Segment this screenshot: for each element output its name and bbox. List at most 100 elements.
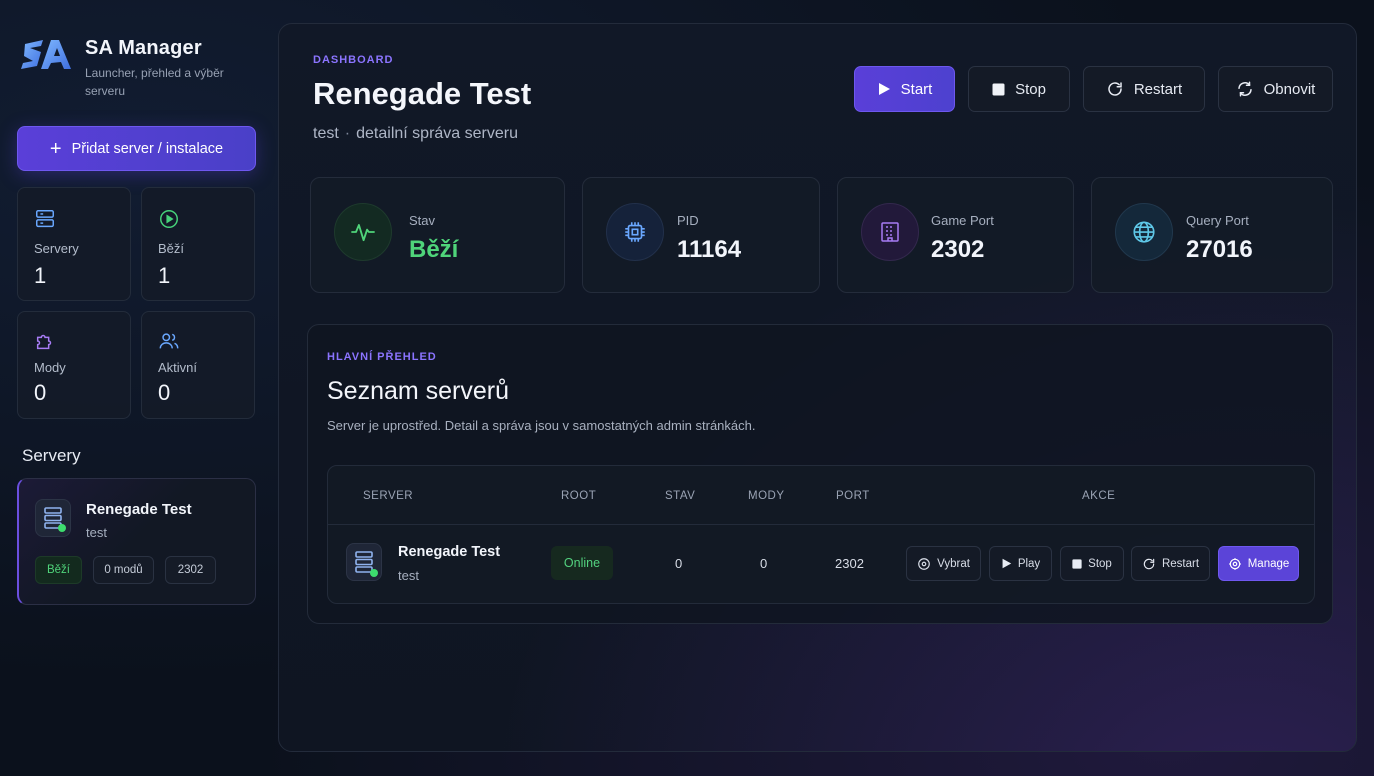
building-icon [881, 222, 899, 242]
breadcrumb: DASHBOARD [313, 54, 394, 66]
stop-label: Stop [1015, 80, 1046, 98]
stat-label: Běží [158, 241, 185, 256]
row-server-name: Renegade Test [398, 544, 501, 560]
sa-logo-icon [21, 40, 71, 69]
metric-label: Stav [409, 213, 436, 228]
restart-label: Restart [1133, 80, 1183, 98]
metric-label: Game Port [931, 213, 994, 228]
column-header-server: SERVER [363, 490, 414, 502]
stat-value: 1 [34, 263, 47, 288]
online-dot [58, 524, 66, 532]
stat-value: 1 [158, 263, 171, 288]
manage-button[interactable]: Manage [1218, 546, 1299, 581]
row-stav: 0 [675, 556, 683, 571]
refresh-label: Obnovit [1263, 80, 1316, 98]
play-button[interactable]: Play [989, 546, 1052, 581]
row-mody: 0 [760, 556, 768, 571]
users-icon [159, 333, 179, 349]
refresh-button[interactable]: Obnovit [1218, 66, 1333, 112]
app-title: SA Manager [85, 37, 202, 59]
column-header-akce: AKCE [1082, 490, 1116, 502]
sidebar: SA Manager Launcher, přehled a výběr ser… [17, 0, 256, 776]
column-header-root: ROOT [561, 490, 597, 502]
row-server-subtitle: test [398, 568, 419, 583]
metric-card-game-port: Game Port 2302 [837, 177, 1074, 293]
overview-eyebrow: HLAVNÍ PŘEHLED [327, 351, 437, 363]
server-name: Renegade Test [86, 501, 192, 518]
plus-icon: + [49, 137, 62, 160]
metric-icon-wrap [1115, 203, 1173, 261]
add-server-label: Přidat server / instalace [71, 140, 224, 157]
manage-label: Manage [1247, 557, 1290, 570]
row-restart-button[interactable]: Restart [1131, 546, 1210, 581]
metric-card-query-port: Query Port 27016 [1091, 177, 1333, 293]
target-icon [918, 557, 930, 570]
select-button[interactable]: Vybrat [906, 546, 981, 581]
server-avatar [35, 499, 71, 537]
stop-label: Stop [1088, 557, 1112, 570]
server-subtitle: test [86, 525, 107, 540]
page-title: Renegade Test [313, 76, 532, 111]
overview-title: Seznam serverů [327, 377, 510, 405]
stop-icon [1072, 558, 1082, 569]
gear-icon [1228, 557, 1241, 570]
online-dot [370, 569, 378, 577]
stop-button[interactable]: Stop [968, 66, 1070, 112]
puzzle-icon [36, 334, 52, 350]
stat-label: Aktivní [158, 360, 198, 375]
stat-value: 0 [158, 380, 171, 405]
stat-card-servers: Servery 1 [17, 187, 131, 301]
app-subtitle: Launcher, přehled a výběr serveru [85, 66, 224, 98]
server-avatar [346, 543, 382, 581]
metric-value: Běží [409, 236, 459, 263]
server-overview: HLAVNÍ PŘEHLED Seznam serverů Server je … [307, 324, 1333, 624]
metric-icon-wrap [334, 203, 392, 261]
refresh-icon [1237, 81, 1252, 97]
restart-label: Restart [1161, 557, 1200, 570]
root-status-badge: Online [551, 546, 613, 580]
restart-icon [1108, 82, 1122, 96]
add-server-button[interactable]: + Přidat server / instalace [17, 126, 256, 171]
row-stop-button[interactable]: Stop [1060, 546, 1124, 581]
start-button[interactable]: Start [854, 66, 955, 112]
metric-icon-wrap [861, 203, 919, 261]
column-header-port: PORT [836, 490, 870, 502]
metric-value: 2302 [931, 236, 985, 263]
separator: · [344, 125, 351, 142]
server-id: test [313, 125, 339, 142]
metric-value: 11164 [677, 236, 742, 263]
cpu-icon [625, 222, 645, 242]
play-icon [878, 83, 890, 95]
row-port: 2302 [835, 556, 864, 571]
restart-button[interactable]: Restart [1083, 66, 1205, 112]
header-divider [328, 524, 1314, 525]
overview-description: Server je uprostřed. Detail a správa jso… [327, 418, 756, 433]
mods-badge: 0 modů [93, 556, 154, 584]
select-label: Vybrat [937, 557, 970, 570]
server-table: SERVER ROOT STAV MODY PORT AKCE Renegade… [327, 465, 1315, 604]
metric-icon-wrap [606, 203, 664, 261]
stat-card-mods: Mody 0 [17, 311, 131, 419]
start-label: Start [900, 80, 933, 98]
metric-label: Query Port [1186, 213, 1249, 228]
brand: SA Manager Launcher, přehled a výběr ser… [21, 36, 245, 100]
activity-icon [351, 224, 375, 242]
play-label: Play [1017, 557, 1041, 570]
column-header-mody: MODY [748, 490, 785, 502]
metric-label: PID [677, 213, 699, 228]
page-description: detailní správa serveru [356, 125, 518, 142]
metric-card-pid: PID 11164 [582, 177, 820, 293]
server-stack-icon [36, 210, 54, 228]
stop-icon [992, 83, 1005, 95]
main-panel: DASHBOARD Renegade Test test · detailní sp… [278, 23, 1357, 752]
play-circle-icon [160, 210, 178, 228]
metric-card-status: Stav Běží [310, 177, 565, 293]
page-subtitle: test · detailní správa serveru [313, 125, 518, 143]
stat-card-active: Aktivní 0 [141, 311, 255, 419]
server-card[interactable]: Renegade Test test Běží 0 modů 2302 [17, 478, 256, 605]
status-badge: Běží [35, 556, 82, 584]
stat-label: Mody [34, 360, 66, 375]
metric-value: 27016 [1186, 236, 1253, 263]
play-icon [1002, 558, 1012, 569]
servers-section-title: Servery [22, 446, 81, 465]
